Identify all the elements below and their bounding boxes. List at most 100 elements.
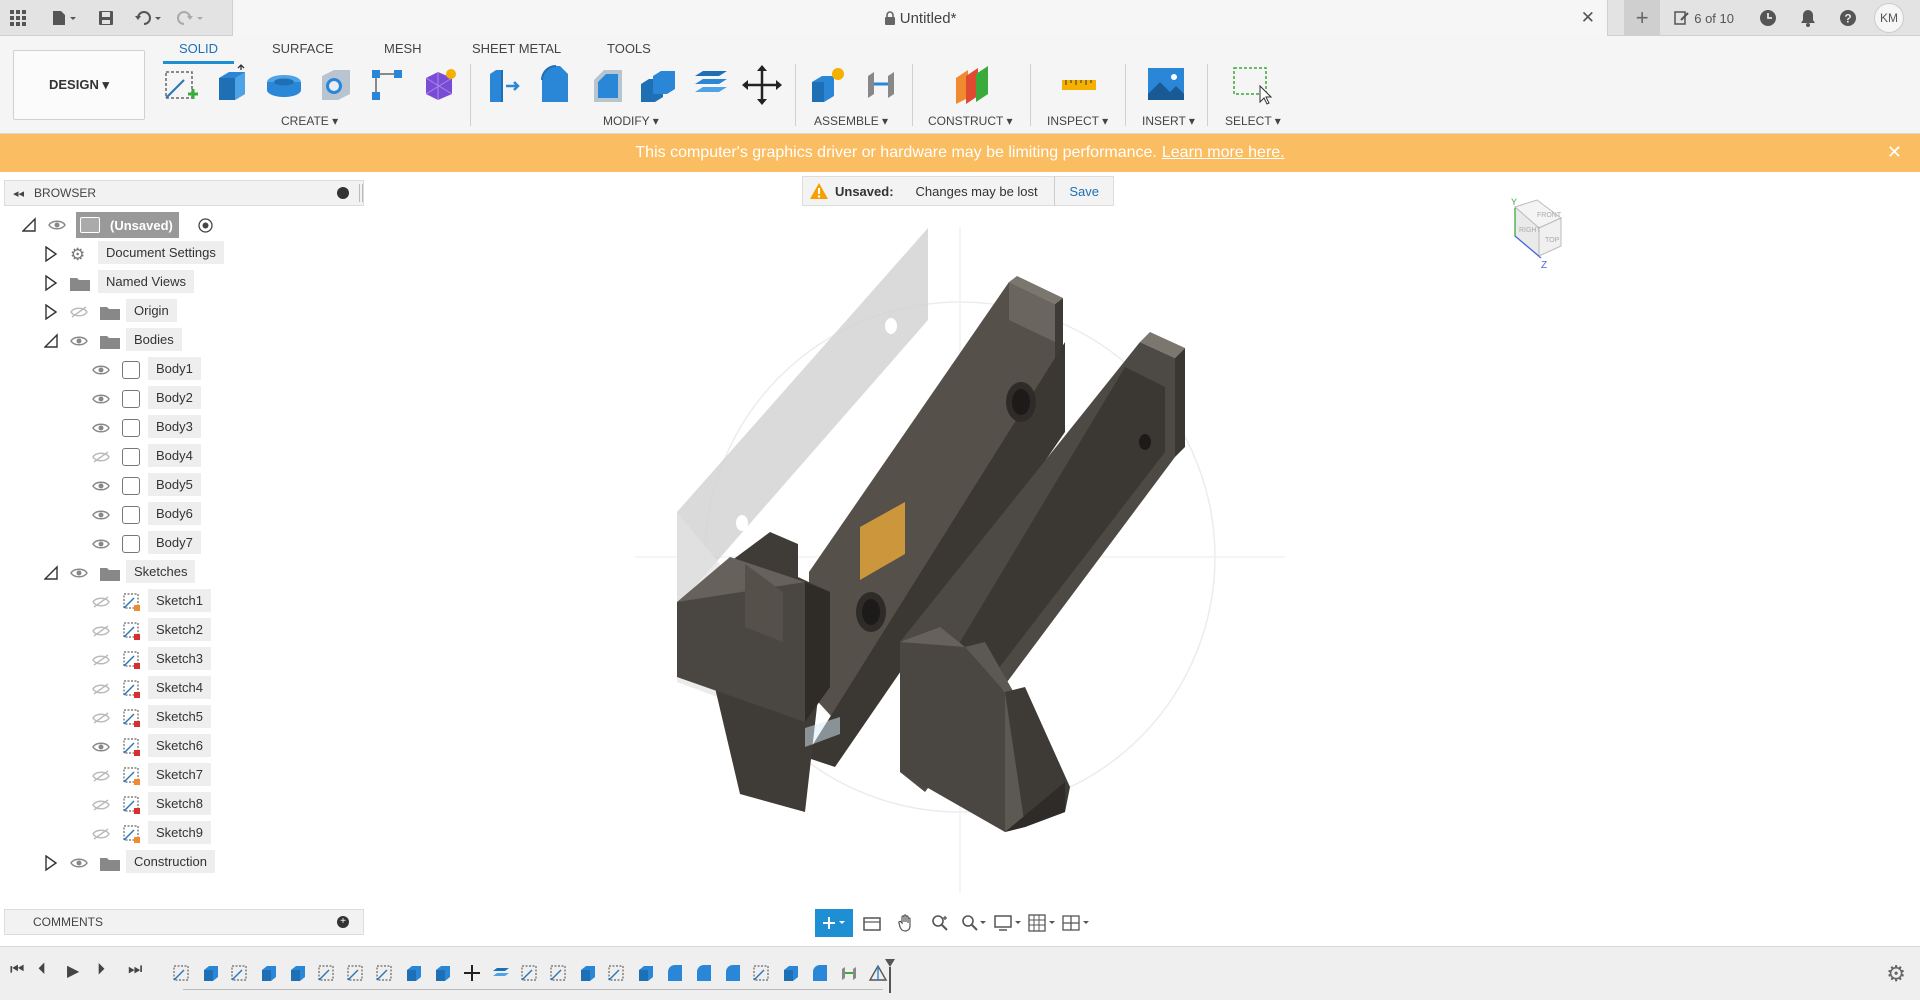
shell-icon[interactable] <box>637 64 679 106</box>
new-component-icon[interactable] <box>806 64 848 106</box>
help-icon[interactable]: ? <box>1834 4 1862 32</box>
timeline-extrude-icon[interactable] <box>288 964 308 982</box>
timeline-sketch-icon[interactable] <box>549 964 569 982</box>
eye-hidden-icon[interactable] <box>92 683 110 695</box>
joint-icon[interactable] <box>860 64 902 106</box>
collapsed-triangle-icon[interactable] <box>44 246 58 262</box>
close-tab-icon[interactable]: ✕ <box>1581 8 1595 28</box>
timeline-fillet-icon[interactable] <box>665 964 685 982</box>
eye-hidden-icon[interactable] <box>70 306 88 318</box>
timeline-joint-icon[interactable] <box>839 964 859 982</box>
tab-tools[interactable]: TOOLS <box>607 41 651 65</box>
step-forward-icon[interactable]: ⏵ <box>97 961 105 979</box>
tree-item-sketch[interactable]: Sketch4 <box>92 676 222 702</box>
tree-item-sketch[interactable]: Sketch7 <box>92 763 222 789</box>
eye-icon[interactable] <box>92 364 110 376</box>
timeline-extrude-icon[interactable] <box>578 964 598 982</box>
close-banner-icon[interactable]: ✕ <box>1887 142 1902 163</box>
eye-icon[interactable] <box>92 509 110 521</box>
timeline-sketch-icon[interactable] <box>520 964 540 982</box>
tree-item-body[interactable]: Body4 <box>92 444 222 470</box>
tree-item-body[interactable]: Body2 <box>92 386 222 412</box>
3d-viewport[interactable]: FRONT TOP RIGHT Y Z <box>365 172 1920 942</box>
tree-item-body[interactable]: Body6 <box>92 502 222 528</box>
zoom-icon[interactable] <box>925 909 955 937</box>
timeline-extrude-icon[interactable] <box>781 964 801 982</box>
tree-item-document-settings[interactable]: ⚙ Document Settings <box>44 241 244 267</box>
tree-item-origin[interactable]: Origin <box>44 299 244 325</box>
notification-bell-icon[interactable] <box>1794 4 1822 32</box>
collapsed-triangle-icon[interactable] <box>44 275 58 291</box>
eye-hidden-icon[interactable] <box>92 654 110 666</box>
expanded-triangle-icon[interactable] <box>22 217 36 233</box>
grid-settings-icon[interactable] <box>1027 909 1057 937</box>
collapsed-triangle-icon[interactable] <box>44 855 58 871</box>
tab-mesh[interactable]: MESH <box>384 41 422 65</box>
modify-group-label[interactable]: MODIFY ▾ <box>603 114 659 128</box>
offset-plane-icon[interactable] <box>950 64 992 106</box>
document-tab[interactable]: Untitled* ✕ <box>232 0 1608 36</box>
redo-icon[interactable] <box>170 0 210 36</box>
comments-panel-header[interactable]: COMMENTS + <box>4 909 364 935</box>
eye-icon[interactable] <box>92 393 110 405</box>
tree-item-sketch[interactable]: Sketch6 <box>92 734 222 760</box>
eye-hidden-icon[interactable] <box>92 799 110 811</box>
tab-surface[interactable]: SURFACE <box>272 41 333 65</box>
timeline-fillet-icon[interactable] <box>694 964 714 982</box>
app-grid-icon[interactable] <box>0 0 36 36</box>
form-icon[interactable] <box>418 64 460 106</box>
tree-item-sketch[interactable]: Sketch2 <box>92 618 222 644</box>
insert-canvas-icon[interactable] <box>1145 64 1187 106</box>
tree-item-sketch[interactable]: Sketch3 <box>92 647 222 673</box>
timeline-extrude-icon[interactable] <box>259 964 279 982</box>
eye-hidden-icon[interactable] <box>92 712 110 724</box>
press-pull-icon[interactable] <box>482 64 524 106</box>
go-to-end-icon[interactable]: ⏭ <box>128 961 142 979</box>
hole-icon[interactable] <box>314 64 356 106</box>
timeline-extrude-icon[interactable] <box>201 964 221 982</box>
tree-item-bodies[interactable]: Bodies <box>44 328 244 354</box>
tree-item-sketch[interactable]: Sketch9 <box>92 821 222 847</box>
extrude-icon[interactable] <box>211 64 253 106</box>
workspace-switcher[interactable]: DESIGN ▾ <box>13 50 145 120</box>
eye-hidden-icon[interactable] <box>92 625 110 637</box>
select-group-label[interactable]: SELECT ▾ <box>1225 114 1281 128</box>
job-status[interactable]: 6 of 10 <box>1674 10 1734 26</box>
panel-resize-grip[interactable] <box>359 184 363 202</box>
timeline-marker[interactable] <box>885 959 895 993</box>
user-avatar[interactable]: KM <box>1874 3 1904 33</box>
tree-item-sketch[interactable]: Sketch5 <box>92 705 222 731</box>
combine-icon[interactable] <box>689 64 731 106</box>
timeline-sketch-icon[interactable] <box>317 964 337 982</box>
tree-item-body[interactable]: Body1 <box>92 357 222 383</box>
tree-item-body[interactable]: Body7 <box>92 531 222 557</box>
learn-more-link[interactable]: Learn more here. <box>1162 144 1285 162</box>
expanded-triangle-icon[interactable] <box>44 333 58 349</box>
timeline-sketch-icon[interactable] <box>607 964 627 982</box>
timeline-extrude-icon[interactable] <box>636 964 656 982</box>
create-group-label[interactable]: CREATE ▾ <box>281 114 338 128</box>
move-copy-icon[interactable] <box>741 64 783 106</box>
timeline-sketch-icon[interactable] <box>752 964 772 982</box>
inspect-group-label[interactable]: INSPECT ▾ <box>1047 114 1108 128</box>
eye-icon[interactable] <box>92 741 110 753</box>
timeline-sketch-icon[interactable] <box>375 964 395 982</box>
browser-panel-header[interactable]: ◂◂ BROWSER <box>4 180 364 206</box>
eye-hidden-icon[interactable] <box>92 451 110 463</box>
tree-item-sketches[interactable]: Sketches <box>44 560 244 586</box>
go-to-start-icon[interactable]: ⏮ <box>10 961 24 979</box>
timeline-fillet-icon[interactable] <box>810 964 830 982</box>
insert-group-label[interactable]: INSERT ▾ <box>1142 114 1195 128</box>
play-icon[interactable]: ▶ <box>67 961 79 981</box>
browser-options-icon[interactable] <box>337 187 349 199</box>
pattern-icon[interactable] <box>366 64 408 106</box>
eye-hidden-icon[interactable] <box>92 770 110 782</box>
tree-item-sketch[interactable]: Sketch1 <box>92 589 222 615</box>
timeline-sketch-icon[interactable] <box>346 964 366 982</box>
eye-icon[interactable] <box>92 538 110 550</box>
eye-icon[interactable] <box>70 335 88 347</box>
create-sketch-icon[interactable] <box>160 64 202 106</box>
revolve-icon[interactable] <box>263 64 305 106</box>
tree-item-body[interactable]: Body3 <box>92 415 222 441</box>
activate-radio-icon[interactable] <box>198 218 213 233</box>
